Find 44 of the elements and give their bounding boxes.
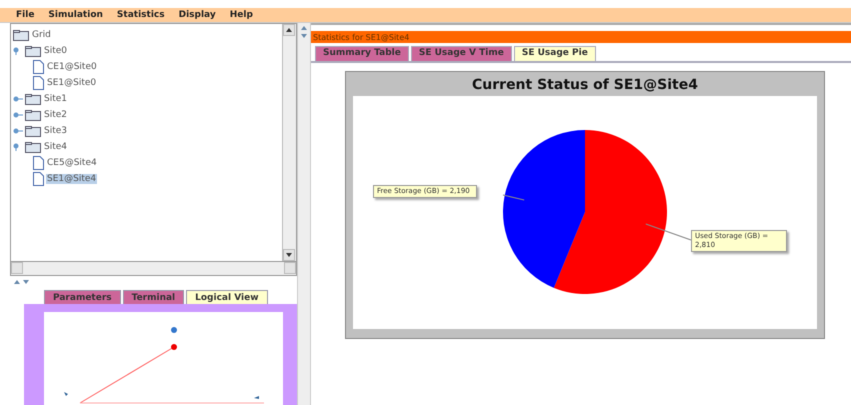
vertical-scrollbar[interactable]: [282, 24, 296, 262]
up-arrow-icon[interactable]: [286, 28, 292, 32]
folder-icon: [25, 94, 41, 104]
menu-item[interactable]: File: [16, 10, 34, 20]
split-arrows-icon[interactable]: [301, 25, 307, 39]
tab[interactable]: Logical View: [186, 290, 268, 304]
document-icon: [33, 172, 44, 186]
menu-item[interactable]: Simulation: [48, 10, 103, 20]
tab[interactable]: Parameters: [44, 290, 121, 304]
collapsed-handle-icon[interactable]: [13, 95, 23, 103]
folder-icon: [25, 126, 41, 136]
tree-item[interactable]: Site4: [43, 142, 68, 152]
document-icon: [33, 156, 44, 170]
menu-item[interactable]: Display: [178, 10, 216, 20]
tree-item[interactable]: CE1@Site0: [46, 62, 98, 72]
menu-item[interactable]: Help: [230, 10, 253, 20]
tree-item[interactable]: Site1: [43, 94, 68, 104]
folder-icon: [25, 110, 41, 120]
folder-icon: [25, 46, 41, 56]
tab[interactable]: SE Usage V Time: [410, 46, 512, 61]
collapsed-handle-icon[interactable]: [13, 127, 23, 135]
panel-title: Statistics for SE1@Site4: [311, 31, 851, 43]
tree-item[interactable]: Site2: [43, 110, 68, 120]
document-icon: [33, 76, 44, 90]
leader-line: [502, 194, 525, 200]
chart-title: Current Status of SE1@Site4: [472, 76, 698, 95]
tab[interactable]: Terminal: [122, 290, 184, 304]
document-icon: [33, 60, 44, 74]
split-arrows-icon[interactable]: [14, 279, 30, 286]
horizontal-scrollbar[interactable]: [10, 262, 297, 276]
folder-icon: [13, 30, 29, 40]
folder-icon: [25, 142, 41, 152]
tab[interactable]: SE Usage Pie: [514, 46, 596, 61]
leader-line: [645, 224, 692, 240]
tree-item[interactable]: SE1@Site0: [46, 78, 98, 88]
tree-item[interactable]: Site3: [43, 126, 68, 136]
down-arrow-icon[interactable]: [286, 253, 292, 258]
tree-item[interactable]: SE1@Site4: [46, 174, 98, 184]
tree-item[interactable]: Site0: [43, 46, 68, 56]
collapsed-handle-icon[interactable]: [13, 111, 23, 119]
menu-item[interactable]: Statistics: [116, 10, 165, 20]
tree-item[interactable]: Grid: [31, 30, 52, 40]
tab[interactable]: Summary Table: [315, 46, 409, 61]
tree-item[interactable]: CE5@Site4: [46, 158, 98, 168]
